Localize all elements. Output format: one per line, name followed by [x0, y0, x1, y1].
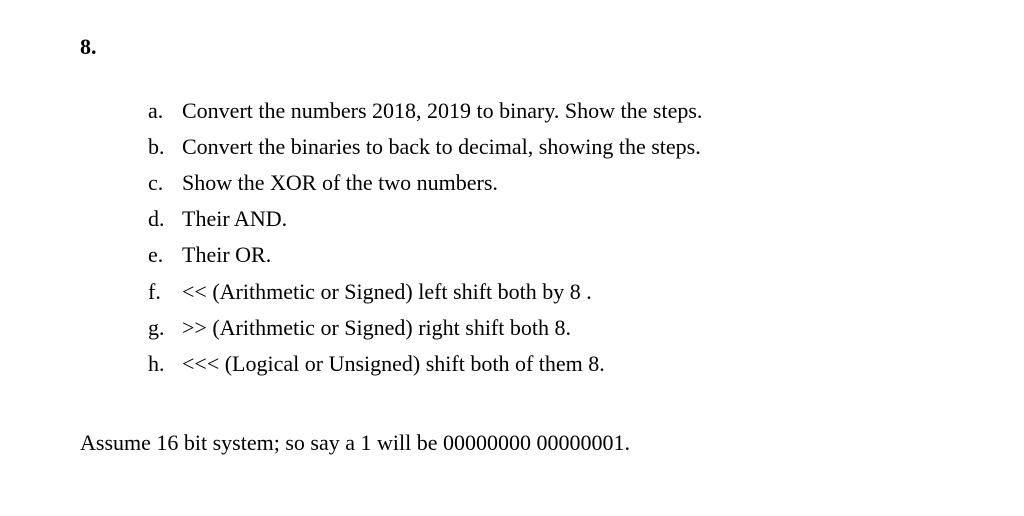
list-item: a. Convert the numbers 2018, 2019 to bin… — [148, 94, 944, 128]
item-label: c. — [148, 166, 182, 200]
item-label: a. — [148, 94, 182, 128]
item-label: d. — [148, 202, 182, 236]
list-item: f. << (Arithmetic or Signed) left shift … — [148, 275, 944, 309]
list-item: c. Show the XOR of the two numbers. — [148, 166, 944, 200]
item-text: Show the XOR of the two numbers. — [182, 166, 944, 200]
item-label: b. — [148, 130, 182, 164]
list-item: d. Their AND. — [148, 202, 944, 236]
item-text: Convert the binaries to back to decimal,… — [182, 130, 944, 164]
list-item: e. Their OR. — [148, 238, 944, 272]
item-text: <<< (Logical or Unsigned) shift both of … — [182, 347, 944, 381]
item-label: g. — [148, 311, 182, 345]
item-text: >> (Arithmetic or Signed) right shift bo… — [182, 311, 944, 345]
list-item: b. Convert the binaries to back to decim… — [148, 130, 944, 164]
item-text: Their OR. — [182, 238, 944, 272]
list-item: h. <<< (Logical or Unsigned) shift both … — [148, 347, 944, 381]
item-label: f. — [148, 275, 182, 309]
item-text: Their AND. — [182, 202, 944, 236]
item-label: e. — [148, 238, 182, 272]
list-item: g. >> (Arithmetic or Signed) right shift… — [148, 311, 944, 345]
assumption-note: Assume 16 bit system; so say a 1 will be… — [80, 426, 944, 460]
item-label: h. — [148, 347, 182, 381]
question-number: 8. — [80, 30, 944, 64]
item-text: Convert the numbers 2018, 2019 to binary… — [182, 94, 944, 128]
item-text: << (Arithmetic or Signed) left shift bot… — [182, 275, 944, 309]
sub-question-list: a. Convert the numbers 2018, 2019 to bin… — [148, 94, 944, 381]
